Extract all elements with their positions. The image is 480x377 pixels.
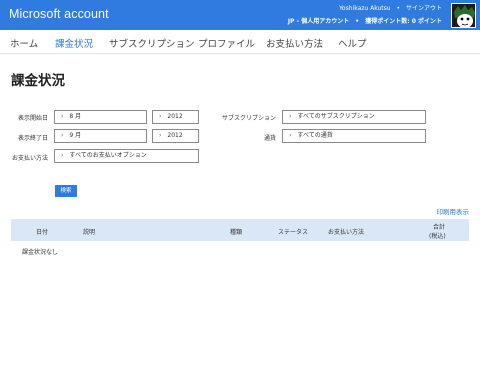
- page-title: 課金状況: [11, 73, 65, 89]
- separator-dot: •: [396, 5, 401, 12]
- signout-link[interactable]: サインアウト: [406, 5, 442, 12]
- nav-item-billing[interactable]: 課金状況: [55, 36, 93, 50]
- payment-method-select[interactable]: › すべてのお支払いオプション: [54, 149, 199, 163]
- subscription-value: すべてのサブスクリプション: [297, 113, 375, 120]
- nav-item-help[interactable]: ヘルプ: [338, 36, 367, 50]
- currency-label: 通貨: [263, 135, 276, 142]
- print-view-link[interactable]: 印刷用表示: [437, 206, 470, 216]
- subscription-select[interactable]: › すべてのサブスクリプション: [282, 110, 426, 124]
- chevron-right-icon: ›: [159, 132, 162, 139]
- start-month-value: 8 月: [69, 113, 82, 120]
- end-year-value: 2012: [167, 132, 183, 139]
- end-year-select[interactable]: › 2012: [152, 129, 199, 143]
- nav-item-payment-methods[interactable]: お支払い方法: [266, 36, 323, 50]
- column-header-payment-method: お支払い方法: [328, 229, 365, 236]
- end-month-value: 9 月: [69, 132, 82, 139]
- main-nav: ホーム 課金状況 サブスクリプション プロファイル お支払い方法 ヘルプ: [0, 30, 480, 54]
- payment-method-label: お支払い方法: [11, 155, 48, 162]
- separator-dot: •: [355, 18, 360, 25]
- column-header-date: 日付: [36, 229, 49, 236]
- end-month-select[interactable]: › 9 月: [54, 129, 147, 143]
- column-header-tax-note: (税込): [429, 233, 446, 240]
- account-type: JP - 個人用アカウント: [287, 18, 350, 25]
- avatar[interactable]: [451, 3, 476, 28]
- nav-item-profile[interactable]: プロファイル: [198, 36, 255, 50]
- column-header-total: 合計: [433, 224, 446, 231]
- column-header-description: 説明: [83, 229, 96, 236]
- avatar-face-icon: [452, 4, 475, 27]
- points-status: 獲得ポイント数: 0 ポイント: [365, 18, 442, 25]
- start-year-select[interactable]: › 2012: [152, 110, 199, 124]
- account-info-line: JP - 個人用アカウント • 獲得ポイント数: 0 ポイント: [288, 16, 442, 25]
- end-date-label: 表示終了日: [17, 135, 48, 142]
- start-year-value: 2012: [167, 113, 183, 120]
- user-name: Yoshikazu Akutsu: [339, 5, 391, 12]
- currency-value: すべての通貨: [297, 132, 333, 139]
- chevron-right-icon: ›: [61, 152, 64, 159]
- subscription-label: サブスクリプション: [221, 115, 276, 122]
- start-month-select[interactable]: › 8 月: [54, 110, 147, 124]
- chevron-right-icon: ›: [289, 113, 292, 120]
- billing-table-header: 日付 説明 種類 ステータス お支払い方法 合計 (税込): [11, 219, 469, 241]
- top-bar: Microsoft account Yoshikazu Akutsu • サイン…: [0, 0, 480, 30]
- payment-method-value: すべてのお支払いオプション: [69, 152, 147, 159]
- column-header-type: 種類: [230, 229, 243, 236]
- chevron-right-icon: ›: [289, 132, 292, 139]
- chevron-right-icon: ›: [61, 113, 64, 120]
- chevron-right-icon: ›: [61, 132, 64, 139]
- brand-title: Microsoft account: [9, 7, 109, 21]
- nav-item-home[interactable]: ホーム: [10, 36, 38, 50]
- search-button[interactable]: 検索: [55, 185, 77, 197]
- chevron-right-icon: ›: [159, 113, 162, 120]
- currency-select[interactable]: › すべての通貨: [282, 129, 426, 143]
- user-info-line: Yoshikazu Akutsu • サインアウト: [339, 3, 442, 12]
- column-header-status: ステータス: [278, 229, 309, 236]
- empty-billing-message: 課金状況なし: [22, 249, 59, 256]
- nav-item-subscriptions[interactable]: サブスクリプション: [109, 36, 195, 50]
- start-date-label: 表示開始日: [17, 115, 48, 122]
